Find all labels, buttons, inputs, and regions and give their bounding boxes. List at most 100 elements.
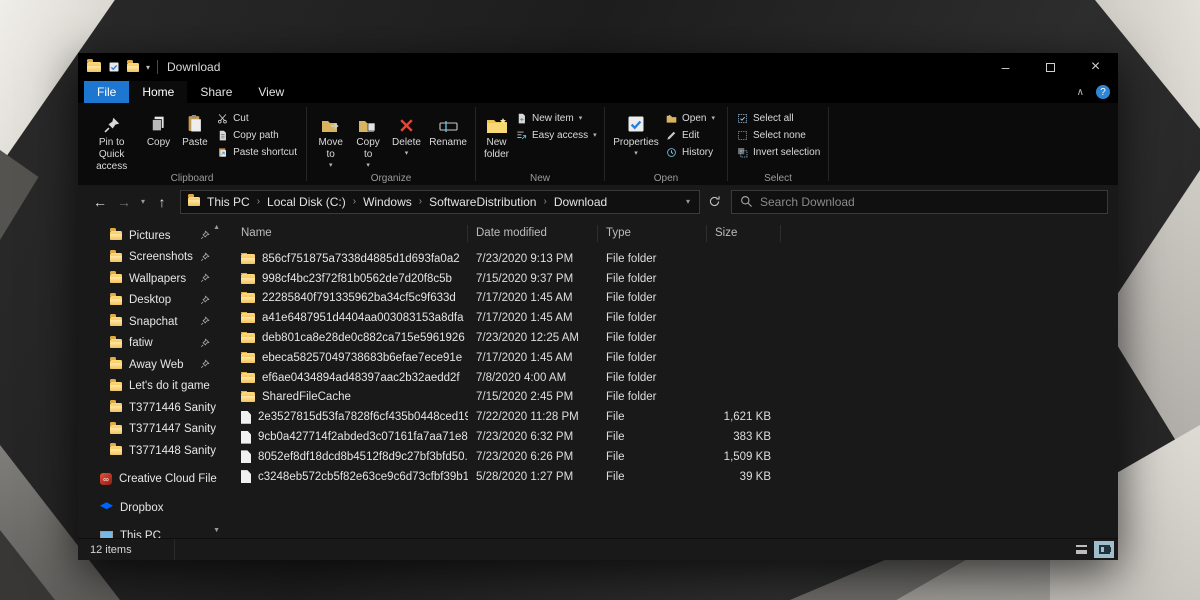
sidebar-item-t3771446-sanity[interactable]: T3771446 Sanity <box>78 397 223 419</box>
file-row[interactable]: ef6ae0434894ad48397aac2b32aedd2f7/8/2020… <box>223 368 1118 388</box>
back-button[interactable]: ← <box>88 194 112 210</box>
file-row[interactable]: SharedFileCache7/15/2020 2:45 PMFile fol… <box>223 388 1118 408</box>
open-button[interactable]: Open ▾ <box>662 110 719 127</box>
sidebar-item-t3771447-sanity[interactable]: T3771447 Sanity <box>78 419 223 441</box>
rename-button[interactable]: Rename <box>426 106 470 151</box>
column-header-type[interactable]: Type <box>598 225 707 242</box>
copy-path-button[interactable]: Copy path <box>213 127 301 144</box>
pin-to-quick-access-button[interactable]: Pin to Quick access <box>83 106 140 175</box>
sidebar-scroll-down-icon[interactable]: ▼ <box>213 527 220 534</box>
history-button[interactable]: History <box>662 144 719 161</box>
breadcrumb-software-distribution[interactable]: SoftwareDistribution <box>429 195 536 209</box>
sidebar-item-wallpapers[interactable]: Wallpapers <box>78 268 223 290</box>
tab-home[interactable]: Home <box>129 81 187 103</box>
sidebar-item-desktop[interactable]: Desktop <box>78 290 223 312</box>
clipboard-group-label: Clipboard <box>78 173 306 184</box>
file-row[interactable]: 8052ef8df18dcd8b4512f8d9c27bf3bfd50...7/… <box>223 447 1118 467</box>
paste-shortcut-button[interactable]: Paste shortcut <box>213 144 301 161</box>
sidebar-item-dropbox[interactable]: Dropbox <box>78 497 223 519</box>
qat-properties-icon[interactable] <box>108 61 120 73</box>
paste-button[interactable]: Paste <box>177 106 213 151</box>
file-row[interactable]: 998cf4bc23f72f81b0562de7d20f8c5b7/15/202… <box>223 269 1118 289</box>
new-item-button[interactable]: New item ▾ <box>512 110 601 127</box>
forward-button[interactable]: → <box>112 194 136 210</box>
tab-file[interactable]: File <box>84 81 129 103</box>
breadcrumb-this-pc[interactable]: This PC <box>207 195 250 209</box>
sidebar-item-creative-cloud-files[interactable]: ∞Creative Cloud File <box>78 469 223 491</box>
address-dropdown-icon[interactable]: ▾ <box>684 197 692 206</box>
invert-selection-button[interactable]: Invert selection <box>733 144 824 161</box>
thumbnail-view-button[interactable] <box>1094 541 1114 558</box>
invert-selection-icon <box>737 147 748 158</box>
column-header-size[interactable]: Size <box>707 225 781 242</box>
sidebar-scroll-up-icon[interactable]: ▲ <box>213 224 220 231</box>
qat-new-folder-icon[interactable] <box>127 63 139 72</box>
cut-button[interactable]: Cut <box>213 110 301 127</box>
easy-access-button[interactable]: Easy access ▾ <box>512 127 601 144</box>
file-row[interactable]: 9cb0a427714f2abded3c07161fa7aa71e8...7/2… <box>223 427 1118 447</box>
sidebar-item-pictures[interactable]: Pictures <box>78 225 223 247</box>
breadcrumb-windows[interactable]: Windows <box>363 195 412 209</box>
sidebar-item-fatiw[interactable]: fatiw <box>78 333 223 355</box>
breadcrumb-download[interactable]: Download <box>554 195 607 209</box>
copy-button[interactable]: Copy <box>140 106 176 151</box>
sidebar-item-t3771448-sanity[interactable]: T3771448 Sanity <box>78 440 223 462</box>
file-row[interactable]: ebeca58257049738683b6efae7ece91e7/17/202… <box>223 348 1118 368</box>
file-type: File folder <box>598 312 707 324</box>
new-folder-button[interactable]: New folder <box>481 106 512 163</box>
copy-to-dropdown-icon: ▾ <box>366 162 370 169</box>
tab-share[interactable]: Share <box>187 81 245 103</box>
file-list: Name Date modified Type Size 856cf751875… <box>223 218 1118 538</box>
refresh-button[interactable] <box>708 195 721 208</box>
file-row[interactable]: a41e6487951d4404aa003083153a8dfa7/17/202… <box>223 308 1118 328</box>
breadcrumb-separator-icon: › <box>353 196 356 207</box>
sidebar-item-this-pc[interactable]: This PC <box>78 526 223 539</box>
qat-dropdown-icon[interactable]: ▾ <box>146 63 150 72</box>
delete-button[interactable]: Delete ▾ <box>387 106 426 159</box>
file-row[interactable]: 856cf751875a7338d4885d1d693fa0a27/23/202… <box>223 249 1118 269</box>
file-row[interactable]: 22285840f791335962ba34cf5c9f633d7/17/202… <box>223 289 1118 309</box>
sidebar-item-away-web[interactable]: Away Web <box>78 354 223 376</box>
folder-icon <box>110 446 122 455</box>
close-icon: × <box>1091 58 1100 76</box>
thumbnail-view-icon <box>1099 545 1110 554</box>
collapse-ribbon-icon[interactable]: ∧ <box>1077 87 1084 98</box>
move-to-button[interactable]: Move to ▾ <box>312 106 349 171</box>
file-row[interactable]: c3248eb572cb5f82e63ce9c6d73cfbf39b1...5/… <box>223 467 1118 487</box>
select-none-button[interactable]: Select none <box>733 127 824 144</box>
recent-locations-icon[interactable]: ▾ <box>136 197 150 206</box>
folder-icon <box>110 274 122 283</box>
pin-icon <box>200 316 210 326</box>
folder-icon <box>110 317 122 326</box>
tab-view[interactable]: View <box>245 81 297 103</box>
properties-button[interactable]: Properties ▾ <box>610 106 662 159</box>
sidebar-item-screenshots[interactable]: Screenshots <box>78 247 223 269</box>
select-all-button[interactable]: Select all <box>733 110 824 127</box>
search-input[interactable] <box>760 195 1099 209</box>
select-all-label: Select all <box>753 113 794 124</box>
file-row[interactable]: 2e3527815d53fa7828f6cf435b0448ced19...7/… <box>223 407 1118 427</box>
edit-label: Edit <box>682 130 699 141</box>
sidebar-item-lets-do-it-game[interactable]: Let's do it game <box>78 376 223 398</box>
close-button[interactable]: × <box>1073 53 1118 81</box>
sidebar-item-label: T3771448 Sanity <box>129 445 216 457</box>
sidebar-item-label: Creative Cloud File <box>119 473 217 485</box>
cut-icon <box>217 113 228 124</box>
folder-icon <box>110 253 122 262</box>
select-all-icon <box>737 113 748 124</box>
breadcrumb-local-disk[interactable]: Local Disk (C:) <box>267 195 346 209</box>
column-header-date-modified[interactable]: Date modified <box>468 225 598 242</box>
column-header-name[interactable]: Name <box>223 225 468 242</box>
details-view-button[interactable] <box>1071 541 1091 558</box>
maximize-button[interactable] <box>1028 53 1073 81</box>
help-icon[interactable]: ? <box>1096 85 1110 99</box>
sidebar-item-label: T3771447 Sanity <box>129 423 216 435</box>
edit-button[interactable]: Edit <box>662 127 719 144</box>
file-icon <box>241 431 251 444</box>
copy-to-button[interactable]: Copy to ▾ <box>349 106 386 171</box>
address-bar[interactable]: This PC › Local Disk (C:) › Windows › So… <box>180 190 700 214</box>
up-button[interactable]: ↑ <box>150 194 174 210</box>
minimize-button[interactable]: – <box>983 53 1028 81</box>
sidebar-item-snapchat[interactable]: Snapchat <box>78 311 223 333</box>
file-row[interactable]: deb801ca8e28de0c882ca715e59619267/23/202… <box>223 328 1118 348</box>
